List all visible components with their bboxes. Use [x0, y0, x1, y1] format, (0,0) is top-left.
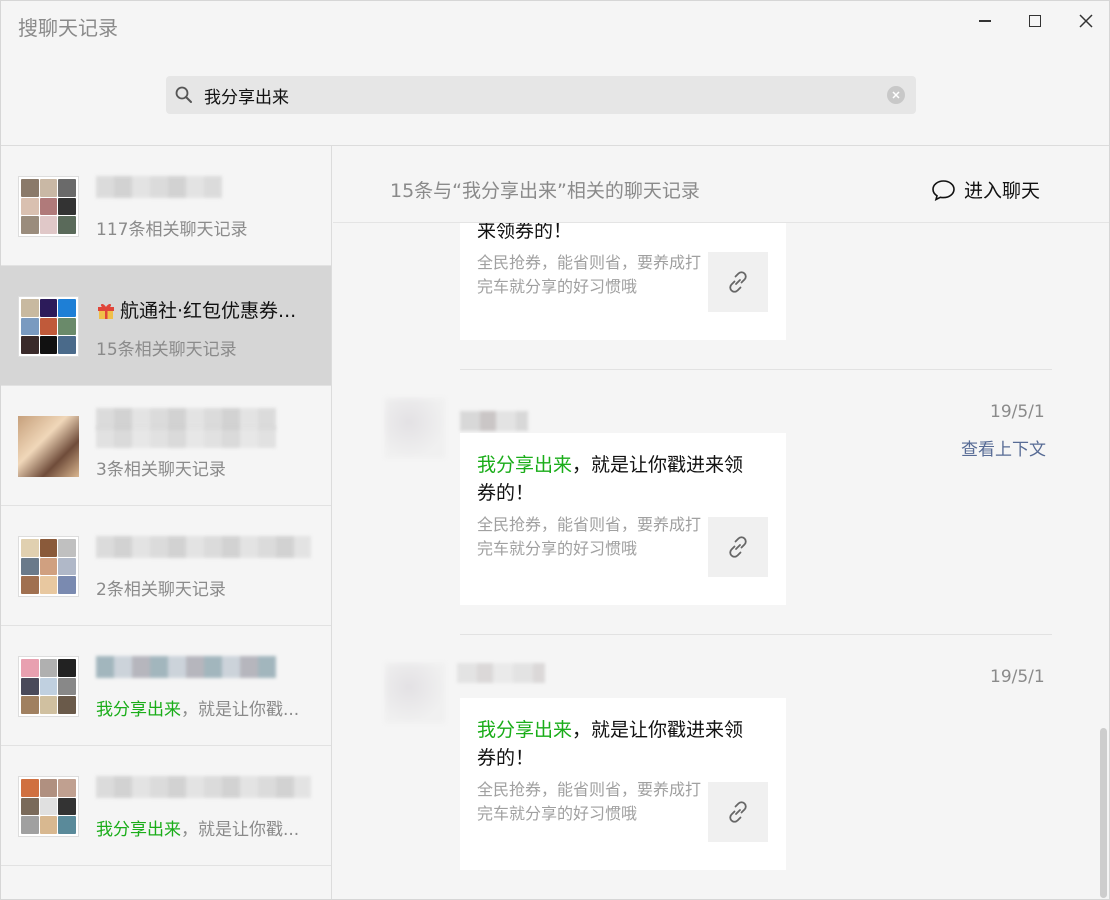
conversation-item[interactable]: 我分享出来，就是让你戳...: [1, 746, 331, 866]
conversation-list[interactable]: 117条相关聊天记录 航通社·红包优惠券... 15条相关聊天记录 3条相关聊天…: [1, 146, 332, 899]
gift-icon: [98, 303, 114, 319]
chat-bubble-icon: [932, 179, 955, 201]
message-date: 19/5/1: [990, 402, 1045, 422]
link-thumbnail: [708, 517, 768, 577]
link-description: 全民抢券，能省则省，要养成打完车就分享的好习惯哦: [477, 515, 702, 558]
sender-name-redacted: [457, 663, 545, 683]
search-icon: [175, 86, 192, 103]
enter-chat-label: 进入聊天: [964, 180, 1041, 202]
conversation-item[interactable]: 3条相关聊天记录: [1, 386, 331, 506]
close-icon: [1079, 14, 1093, 28]
view-context-link[interactable]: 查看上下文: [961, 435, 1046, 460]
link-icon: [729, 801, 747, 823]
conversation-match-count: 3条相关聊天记录: [96, 460, 226, 480]
sender-avatar-redacted: [385, 663, 445, 723]
conversation-match-count: 15条相关聊天记录: [96, 340, 237, 360]
conversation-item[interactable]: 我分享出来，就是让你戳...: [1, 626, 331, 746]
search-results-panel: 15条与“我分享出来”相关的聊天记录 进入聊天 来领券的！ 全民抢券，能省则省，…: [333, 146, 1109, 899]
result-count-text: 15条与“我分享出来”相关的聊天记录: [390, 180, 700, 202]
link-icon: [729, 271, 747, 293]
message-results-list[interactable]: 来领券的！ 全民抢券，能省则省，要养成打完车就分享的好习惯哦 19/5/1 查看…: [333, 223, 1109, 899]
sender-name-redacted: [460, 411, 528, 431]
link-message-card[interactable]: 我分享出来，就是让你戳进来领券的！ 全民抢券，能省则省，要养成打完车就分享的好习…: [460, 433, 786, 605]
link-title: 来领券的！: [477, 223, 747, 245]
conversation-name-redacted: [96, 426, 276, 448]
conversation-match-count: 2条相关聊天记录: [96, 580, 226, 600]
close-button[interactable]: [1066, 7, 1106, 35]
conversation-snippet: 我分享出来，就是让你戳...: [96, 815, 299, 840]
title-highlight: 我分享出来: [477, 719, 573, 741]
search-chat-history-window: 搜聊天记录 117条相关聊天记录: [0, 0, 1110, 900]
group-avatar: [18, 536, 79, 597]
clear-search-button[interactable]: [887, 86, 905, 104]
link-description: 全民抢券，能省则省，要养成打完车就分享的好习惯哦: [477, 780, 702, 823]
link-title: 我分享出来，就是让你戳进来领券的！: [477, 451, 747, 507]
link-description: 全民抢券，能省则省，要养成打完车就分享的好习惯哦: [477, 253, 702, 296]
avatar-photo: [18, 416, 79, 477]
conversation-name-redacted: [96, 176, 222, 198]
maximize-icon: [1029, 15, 1041, 27]
link-title: 我分享出来，就是让你戳进来领券的！: [477, 716, 747, 772]
title-highlight: 我分享出来: [477, 454, 573, 476]
conversation-item[interactable]: 117条相关聊天记录: [1, 146, 331, 266]
conversation-name-redacted: [96, 776, 311, 798]
conversation-name-redacted: [96, 536, 311, 558]
results-scrollbar-thumb[interactable]: [1100, 728, 1107, 898]
sender-avatar-redacted: [385, 398, 445, 458]
window-title: 搜聊天记录: [18, 16, 118, 40]
conversation-name-text: 航通社·红包优惠券...: [120, 300, 297, 322]
enter-chat-button[interactable]: 进入聊天: [931, 176, 1040, 203]
snippet-highlight: 我分享出来: [96, 820, 181, 840]
clear-icon: [892, 91, 900, 99]
search-input[interactable]: [204, 80, 864, 110]
group-avatar: [18, 656, 79, 717]
title-rest: 来领券的！: [477, 223, 573, 242]
conversation-item[interactable]: 2条相关聊天记录: [1, 506, 331, 626]
group-avatar: [18, 176, 79, 237]
link-message-card[interactable]: 来领券的！ 全民抢券，能省则省，要养成打完车就分享的好习惯哦: [460, 223, 786, 340]
message-separator: [460, 634, 1052, 635]
message-date: 19/5/1: [990, 667, 1045, 687]
link-thumbnail: [708, 782, 768, 842]
group-avatar: [18, 296, 79, 357]
title-bar[interactable]: 搜聊天记录: [1, 1, 1109, 51]
group-avatar: [18, 776, 79, 837]
link-thumbnail: [708, 252, 768, 312]
snippet-highlight: 我分享出来: [96, 700, 181, 720]
minimize-icon: [979, 20, 991, 22]
conversation-match-count: 117条相关聊天记录: [96, 220, 248, 240]
message-separator: [460, 369, 1052, 370]
contact-avatar: [18, 416, 79, 477]
minimize-button[interactable]: [965, 7, 1005, 35]
search-box[interactable]: [166, 76, 916, 114]
maximize-button[interactable]: [1015, 7, 1055, 35]
conversation-item-selected[interactable]: 航通社·红包优惠券... 15条相关聊天记录: [1, 266, 331, 386]
link-message-card[interactable]: 我分享出来，就是让你戳进来领券的！ 全民抢券，能省则省，要养成打完车就分享的好习…: [460, 698, 786, 870]
conversation-snippet: 我分享出来，就是让你戳...: [96, 695, 299, 720]
conversation-name: 航通社·红包优惠券...: [96, 296, 296, 323]
link-icon: [729, 536, 747, 558]
snippet-rest: ，就是让你戳...: [181, 700, 300, 720]
conversation-name-redacted: [96, 656, 276, 678]
snippet-rest: ，就是让你戳...: [181, 820, 300, 840]
results-header: 15条与“我分享出来”相关的聊天记录 进入聊天: [333, 146, 1109, 223]
